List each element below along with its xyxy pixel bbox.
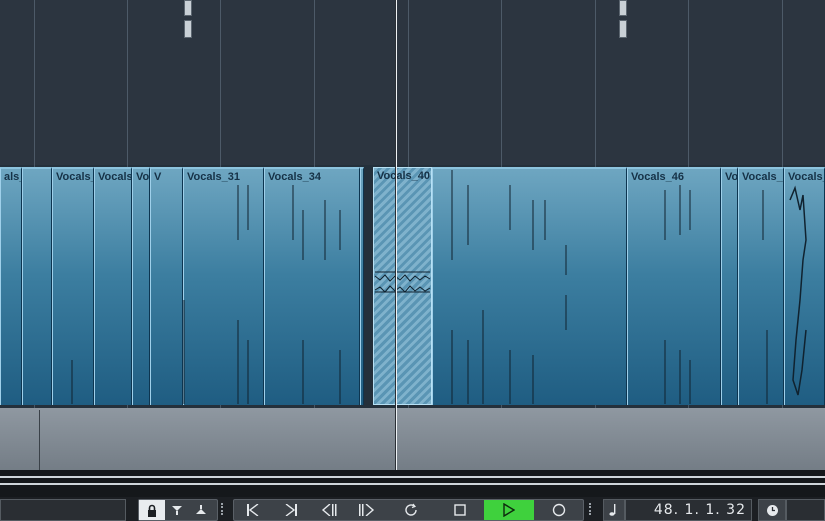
record-icon[interactable] (534, 500, 583, 520)
group-grip[interactable] (589, 503, 593, 515)
note-icon[interactable] (603, 499, 625, 521)
cycle-icon[interactable] (386, 500, 436, 520)
lock-icon[interactable] (139, 500, 165, 520)
lock-snap-group (138, 499, 218, 521)
transport-controls-group (233, 499, 584, 521)
group-grip[interactable] (221, 503, 225, 515)
play-icon[interactable] (484, 500, 534, 520)
transport-left-panel (0, 499, 126, 521)
secondary-time-display[interactable] (786, 499, 825, 521)
track-lane-lower[interactable] (0, 408, 825, 470)
playhead-cursor[interactable] (395, 0, 397, 470)
project-arranger[interactable]: als_ Vocals_ Vocals Voc V Vocals_31 Voca… (0, 0, 825, 470)
separator-line (0, 483, 825, 485)
snap-up-icon[interactable] (189, 500, 213, 520)
arranger-transport-separator (0, 470, 825, 497)
stop-icon[interactable] (436, 500, 484, 520)
clock-icon[interactable] (758, 499, 786, 521)
fast-forward-icon[interactable] (348, 500, 386, 520)
lower-track-marker (39, 410, 40, 470)
go-to-start-icon[interactable] (234, 500, 272, 520)
waveform-overlay (71, 170, 807, 404)
snap-down-icon[interactable] (165, 500, 189, 520)
transport-bar: 48. 1. 1. 32 (0, 497, 825, 521)
separator-line (0, 476, 825, 478)
primary-time-display[interactable]: 48. 1. 1. 32 (625, 499, 752, 521)
go-to-end-icon[interactable] (272, 500, 310, 520)
rewind-icon[interactable] (310, 500, 348, 520)
